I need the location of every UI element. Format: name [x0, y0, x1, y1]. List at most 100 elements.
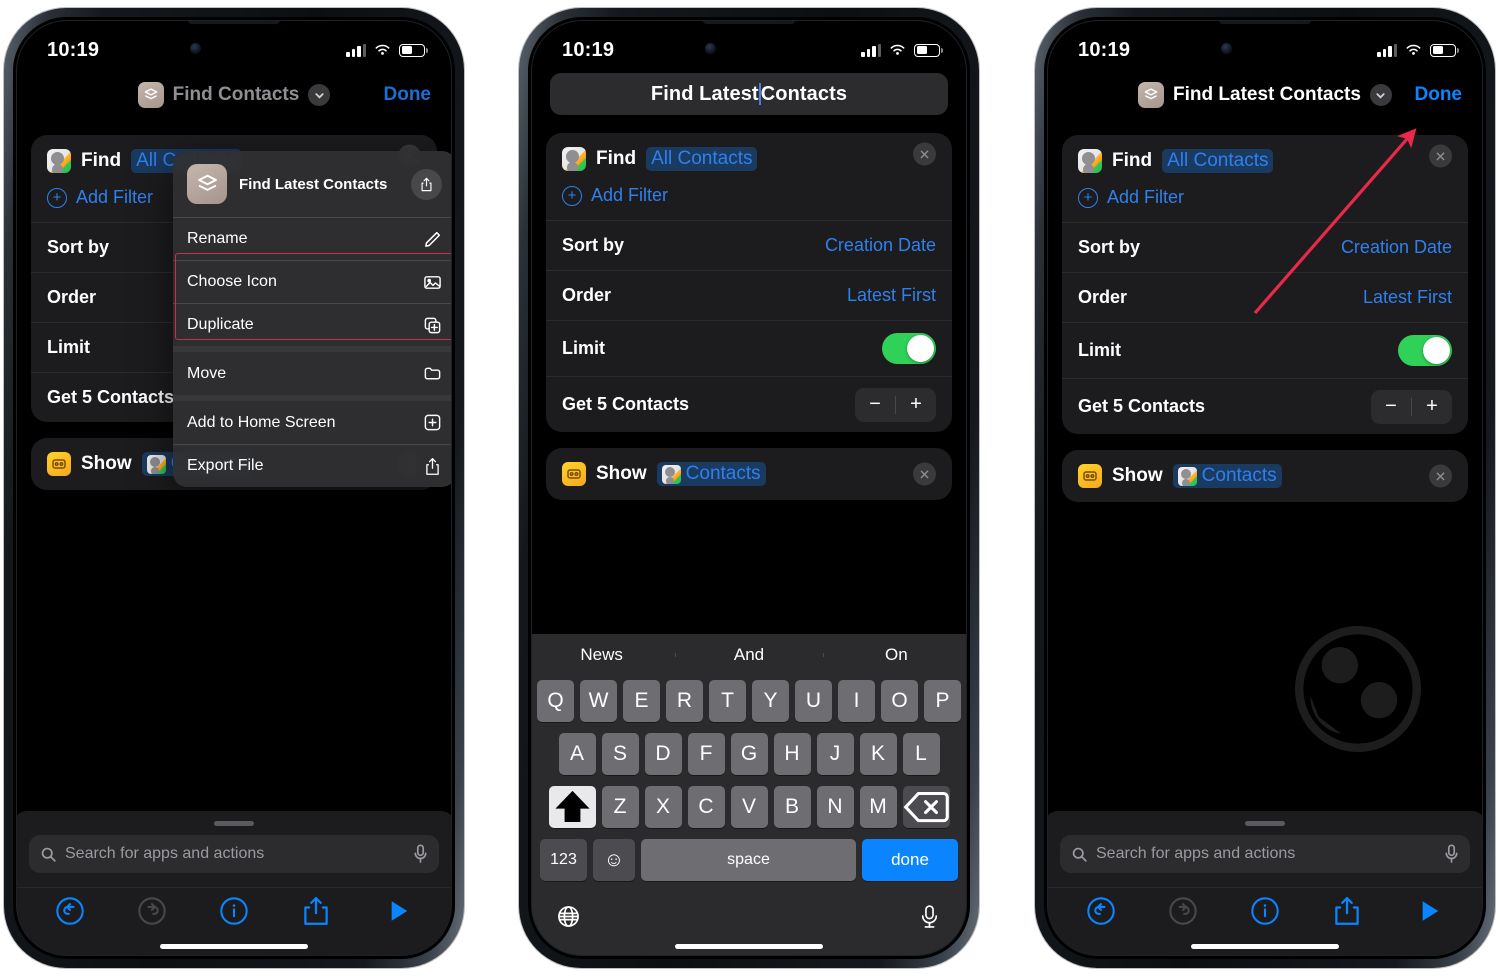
- context-menu-item-duplicate[interactable]: Duplicate: [173, 303, 455, 346]
- remove-action-button[interactable]: ✕: [913, 462, 936, 486]
- table-row[interactable]: Order Latest First: [546, 270, 952, 320]
- key-i[interactable]: I: [838, 680, 875, 722]
- key-u[interactable]: U: [795, 680, 832, 722]
- key-h[interactable]: H: [773, 733, 811, 775]
- context-menu-item-choose-icon[interactable]: Choose Icon: [173, 260, 455, 303]
- key-o[interactable]: O: [881, 680, 918, 722]
- add-filter-label: Add Filter: [1107, 187, 1185, 207]
- context-menu-item-add-to-home-screen[interactable]: Add to Home Screen: [173, 401, 455, 444]
- play-icon[interactable]: [1414, 896, 1444, 926]
- stepper-increment[interactable]: +: [1412, 395, 1452, 418]
- quantity-stepper[interactable]: − +: [855, 387, 936, 422]
- key-c[interactable]: C: [687, 786, 725, 828]
- key-w[interactable]: W: [580, 680, 617, 722]
- prediction-3[interactable]: On: [822, 645, 970, 665]
- search-input[interactable]: Search for apps and actions: [1060, 835, 1470, 873]
- shortcuts-icon: [137, 82, 164, 108]
- row-value[interactable]: Creation Date: [825, 235, 936, 256]
- key-numbers[interactable]: 123: [540, 839, 587, 881]
- key-b[interactable]: B: [773, 786, 811, 828]
- microphone-icon[interactable]: [413, 844, 428, 864]
- key-e[interactable]: E: [623, 680, 660, 722]
- limit-toggle[interactable]: [882, 333, 936, 364]
- table-row: Limit: [1062, 322, 1468, 378]
- cellular-signal-icon: [346, 43, 366, 57]
- info-icon[interactable]: [219, 896, 249, 926]
- globe-icon[interactable]: [556, 904, 581, 929]
- key-done[interactable]: done: [862, 839, 958, 881]
- limit-toggle[interactable]: [1398, 335, 1452, 366]
- key-y[interactable]: Y: [752, 680, 789, 722]
- microphone-icon[interactable]: [917, 904, 942, 929]
- shortcut-name-input[interactable]: Find Latest Contacts: [550, 73, 948, 115]
- chevron-down-icon[interactable]: [1369, 84, 1392, 106]
- key-x[interactable]: X: [644, 786, 682, 828]
- key-q[interactable]: Q: [537, 680, 574, 722]
- sheet-grabber[interactable]: [1245, 821, 1285, 826]
- sheet-grabber[interactable]: [214, 821, 254, 826]
- share-icon[interactable]: [411, 168, 442, 200]
- undo-icon[interactable]: [1086, 896, 1116, 926]
- share-icon[interactable]: [1332, 896, 1362, 926]
- emoji-icon[interactable]: ☺: [593, 839, 635, 881]
- done-button[interactable]: Done: [384, 84, 432, 106]
- key-v[interactable]: V: [730, 786, 768, 828]
- context-menu-item-move[interactable]: Move: [173, 352, 455, 395]
- key-l[interactable]: L: [902, 733, 940, 775]
- key-a[interactable]: A: [558, 733, 596, 775]
- key-n[interactable]: N: [816, 786, 854, 828]
- key-k[interactable]: K: [859, 733, 897, 775]
- key-r[interactable]: R: [666, 680, 703, 722]
- key-m[interactable]: M: [859, 786, 897, 828]
- play-icon[interactable]: [383, 896, 413, 926]
- key-t[interactable]: T: [709, 680, 746, 722]
- row-value[interactable]: Latest First: [847, 285, 936, 306]
- quantity-stepper[interactable]: − +: [1371, 389, 1452, 424]
- context-menu-item-export-file[interactable]: Export File: [173, 444, 455, 487]
- battery-icon: [399, 43, 428, 57]
- key-d[interactable]: D: [644, 733, 682, 775]
- add-filter-button[interactable]: + Add Filter: [546, 175, 952, 220]
- key-p[interactable]: P: [924, 680, 961, 722]
- key-z[interactable]: Z: [601, 786, 639, 828]
- action-parameter-token[interactable]: Contacts: [656, 462, 766, 486]
- key-space[interactable]: space: [641, 839, 856, 881]
- key-f[interactable]: F: [687, 733, 725, 775]
- stepper-increment[interactable]: +: [896, 393, 936, 416]
- row-key: Order: [47, 287, 97, 307]
- remove-action-button[interactable]: ✕: [1429, 144, 1452, 168]
- share-icon[interactable]: [301, 896, 331, 926]
- prediction-2[interactable]: And: [675, 645, 822, 665]
- table-row[interactable]: Sort by Creation Date: [546, 220, 952, 270]
- search-input[interactable]: Search for apps and actions: [29, 835, 439, 873]
- quick-look-icon: [47, 452, 71, 476]
- remove-action-button[interactable]: ✕: [1429, 464, 1452, 488]
- menu-item-label: Rename: [187, 230, 248, 247]
- shortcut-title-group[interactable]: Find Latest Contacts: [1138, 82, 1392, 108]
- add-filter-button[interactable]: + Add Filter: [1062, 177, 1468, 222]
- chevron-down-icon[interactable]: [308, 84, 331, 106]
- context-menu: Find Latest Contacts Rename Choose Icon …: [173, 151, 455, 487]
- context-menu-item-rename[interactable]: Rename: [173, 217, 455, 260]
- backspace-icon[interactable]: [902, 786, 950, 828]
- stepper-decrement[interactable]: −: [855, 393, 895, 416]
- key-j[interactable]: J: [816, 733, 854, 775]
- shift-icon[interactable]: [548, 786, 596, 828]
- table-row[interactable]: Sort by Creation Date: [1062, 222, 1468, 272]
- table-row[interactable]: Order Latest First: [1062, 272, 1468, 322]
- row-value[interactable]: Creation Date: [1341, 237, 1452, 258]
- row-value[interactable]: Latest First: [1363, 287, 1452, 308]
- info-icon[interactable]: [1250, 896, 1280, 926]
- shortcut-title-group[interactable]: Find Contacts: [137, 82, 331, 108]
- action-parameter-token[interactable]: All Contacts: [646, 147, 758, 171]
- key-g[interactable]: G: [730, 733, 768, 775]
- remove-action-button[interactable]: ✕: [913, 142, 936, 166]
- key-s[interactable]: S: [601, 733, 639, 775]
- done-button[interactable]: Done: [1415, 84, 1463, 106]
- stepper-decrement[interactable]: −: [1371, 395, 1411, 418]
- microphone-icon[interactable]: [1444, 844, 1459, 864]
- prediction-1[interactable]: News: [528, 645, 675, 665]
- action-parameter-token[interactable]: All Contacts: [1162, 149, 1274, 173]
- action-parameter-token[interactable]: Contacts: [1172, 464, 1282, 488]
- undo-icon[interactable]: [55, 896, 85, 926]
